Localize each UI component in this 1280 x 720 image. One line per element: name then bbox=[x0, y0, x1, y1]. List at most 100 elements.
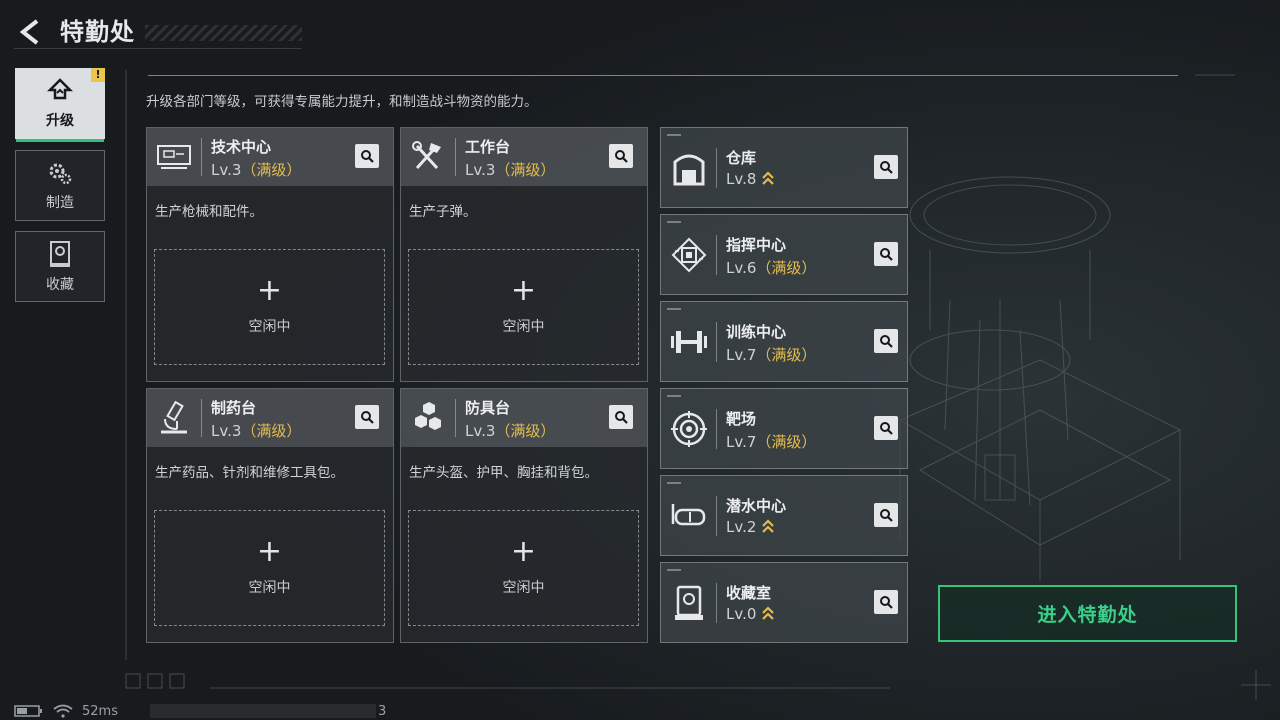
warehouse-icon bbox=[673, 154, 705, 186]
nav-tab-craft[interactable]: 制造 bbox=[15, 150, 105, 221]
card-description: 生产子弹。 bbox=[409, 204, 477, 220]
max-level-label: （满级） bbox=[495, 161, 556, 179]
slot-status: 空闲中 bbox=[248, 319, 291, 335]
magnifier-icon bbox=[361, 150, 374, 163]
details-button[interactable] bbox=[609, 405, 633, 429]
corner-tick bbox=[667, 395, 681, 397]
details-button[interactable] bbox=[874, 242, 898, 266]
upgrade-arrows-icon bbox=[762, 606, 775, 620]
card-name: 收藏室 bbox=[726, 584, 772, 602]
corner-tick bbox=[667, 134, 681, 136]
upgrade-arrows-icon bbox=[762, 519, 775, 533]
title-underline bbox=[14, 48, 302, 49]
card-name: 制药台 bbox=[211, 399, 257, 417]
card-tech-center[interactable]: 技术中心 Lv.3（满级） 生产枪械和配件。 + 空闲中 bbox=[146, 127, 394, 382]
nav-label-upgrade: 升级 bbox=[46, 112, 74, 129]
card-pharmacy[interactable]: 制药台 Lv.3（满级） 生产药品、针剂和维修工具包。 + 空闲中 bbox=[146, 388, 394, 643]
card-training-center[interactable]: 训练中心 Lv.7（满级） bbox=[660, 301, 908, 382]
card-command-center[interactable]: 指挥中心 Lv.6（满级） bbox=[660, 214, 908, 295]
section-divider bbox=[148, 75, 1178, 76]
card-diving-center[interactable]: 潜水中心 Lv.2 bbox=[660, 475, 908, 556]
magnifier-icon bbox=[880, 422, 893, 435]
details-button[interactable] bbox=[874, 590, 898, 614]
production-slot[interactable]: + 空闲中 bbox=[408, 510, 639, 626]
details-button[interactable] bbox=[355, 144, 379, 168]
details-button[interactable] bbox=[355, 405, 379, 429]
header-divider bbox=[201, 399, 202, 437]
details-button[interactable] bbox=[609, 144, 633, 168]
card-level: Lv.3（满级） bbox=[465, 159, 555, 180]
slot-status: 空闲中 bbox=[502, 319, 545, 335]
level-value: Lv.3 bbox=[211, 422, 242, 440]
card-workbench[interactable]: 工作台 Lv.3（满级） 生产子弹。 + 空闲中 bbox=[400, 127, 648, 382]
details-button[interactable] bbox=[874, 329, 898, 353]
target-icon bbox=[671, 411, 707, 447]
nav-tab-collection[interactable]: 收藏 bbox=[15, 231, 105, 302]
magnifier-icon bbox=[880, 509, 893, 522]
level-value: Lv.3 bbox=[211, 161, 242, 179]
plus-icon: + bbox=[256, 534, 283, 569]
card-collection-room[interactable]: 收藏室 Lv.0 bbox=[660, 562, 908, 643]
dumbbell-icon bbox=[671, 331, 707, 353]
card-name: 仓库 bbox=[726, 149, 757, 167]
title-decoration bbox=[145, 25, 302, 41]
corner-tick bbox=[667, 221, 681, 223]
magnifier-icon bbox=[880, 596, 893, 609]
card-shooting-range[interactable]: 靶场 Lv.7（满级） bbox=[660, 388, 908, 469]
ping-value: 52ms bbox=[82, 703, 118, 719]
enter-special-ops-button[interactable]: 进入特勤处 bbox=[938, 585, 1237, 642]
card-name: 潜水中心 bbox=[726, 497, 787, 515]
details-button[interactable] bbox=[874, 155, 898, 179]
header-divider bbox=[455, 399, 456, 437]
magnifier-icon bbox=[361, 411, 374, 424]
header-divider bbox=[716, 496, 717, 536]
slot-status: 空闲中 bbox=[502, 580, 545, 596]
diving-mask-icon bbox=[671, 504, 706, 526]
microscope-icon bbox=[161, 400, 187, 434]
nav-tab-upgrade[interactable]: 升级 ! bbox=[15, 68, 105, 142]
card-warehouse[interactable]: 仓库 Lv.8 bbox=[660, 127, 908, 208]
card-name: 训练中心 bbox=[726, 323, 787, 341]
level-value: Lv.7 bbox=[726, 346, 757, 364]
gear-icon bbox=[49, 163, 72, 184]
header-divider bbox=[201, 138, 202, 176]
max-level-label: （满级） bbox=[756, 259, 817, 277]
card-level: Lv.2 bbox=[726, 518, 775, 536]
card-name: 工作台 bbox=[465, 138, 511, 156]
level-value: Lv.3 bbox=[465, 161, 496, 179]
level-value: Lv.0 bbox=[726, 605, 757, 623]
card-level: Lv.7（满级） bbox=[726, 431, 816, 452]
card-name: 指挥中心 bbox=[726, 236, 787, 254]
back-button[interactable] bbox=[12, 14, 48, 50]
production-slot[interactable]: + 空闲中 bbox=[154, 510, 385, 626]
production-slot[interactable]: + 空闲中 bbox=[154, 249, 385, 365]
tech-center-icon bbox=[157, 145, 191, 169]
upgrade-arrows-icon bbox=[762, 171, 775, 185]
card-level: Lv.0 bbox=[726, 605, 775, 623]
card-description: 生产枪械和配件。 bbox=[155, 204, 263, 220]
level-value: Lv.2 bbox=[726, 518, 757, 536]
max-level-label: （满级） bbox=[756, 346, 817, 364]
details-button[interactable] bbox=[874, 416, 898, 440]
magnifier-icon bbox=[880, 248, 893, 261]
card-description: 生产头盔、护甲、胸挂和背包。 bbox=[409, 465, 598, 481]
page-description: 升级各部门等级，可获得专属能力提升，和制造战斗物资的能力。 bbox=[146, 94, 538, 110]
card-name: 防具台 bbox=[465, 399, 511, 417]
card-name: 靶场 bbox=[726, 410, 757, 428]
level-value: Lv.8 bbox=[726, 170, 757, 188]
display-case-icon bbox=[675, 585, 703, 620]
production-slot[interactable]: + 空闲中 bbox=[408, 249, 639, 365]
corner-tick bbox=[667, 308, 681, 310]
plus-icon: + bbox=[256, 273, 283, 308]
details-button[interactable] bbox=[874, 503, 898, 527]
max-level-label: （满级） bbox=[756, 433, 817, 451]
collection-icon bbox=[50, 240, 70, 267]
tools-icon bbox=[412, 141, 441, 170]
card-level: Lv.3（满级） bbox=[211, 420, 301, 441]
card-level: Lv.6（满级） bbox=[726, 257, 816, 278]
uid-blur bbox=[149, 704, 376, 718]
header-divider bbox=[716, 583, 717, 623]
plus-icon: + bbox=[510, 273, 537, 308]
plus-icon: + bbox=[510, 534, 537, 569]
card-armor-bench[interactable]: 防具台 Lv.3（满级） 生产头盔、护甲、胸挂和背包。 + 空闲中 bbox=[400, 388, 648, 643]
